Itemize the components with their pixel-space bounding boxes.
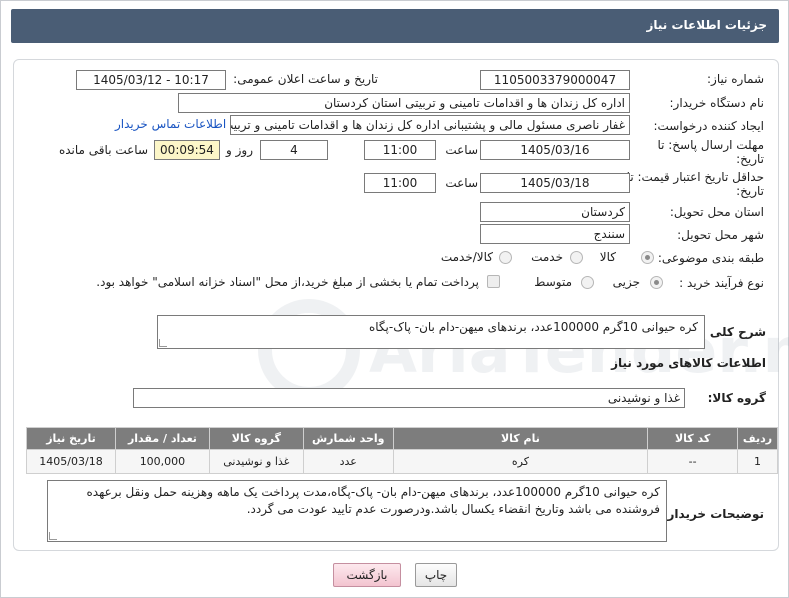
remaining-label: ساعت باقی مانده xyxy=(58,143,148,157)
resize-grip-icon[interactable] xyxy=(159,339,167,347)
days-count-field: 4 xyxy=(260,140,328,160)
process-medium-radio[interactable] xyxy=(581,276,594,289)
col-header-name: نام کالا xyxy=(392,427,649,450)
city-field: سنندج xyxy=(480,224,630,244)
cell-group: غذا و نوشیدنی xyxy=(208,449,304,474)
announce-label: تاریخ و ساعت اعلان عمومی: xyxy=(233,72,378,86)
category-service-label: خدمت xyxy=(531,250,563,264)
province-field: کردستان xyxy=(480,202,630,222)
announce-datetime-field: 1405/03/12 - 10:17 xyxy=(76,70,226,90)
remaining-time-field: 00:09:54 xyxy=(154,140,220,160)
table-row: 1 -- کره عدد غذا و نوشیدنی 100,000 1405/… xyxy=(26,449,778,474)
items-table-header: ردیف کد کالا نام کالا واحد شمارش گروه کا… xyxy=(26,427,778,450)
category-label: طبقه بندی موضوعی: xyxy=(657,251,764,265)
col-header-date: تاریخ نیاز xyxy=(26,427,116,450)
deadline-time-label: ساعت xyxy=(445,143,478,157)
treasury-payment-label: پرداخت تمام یا بخشی از مبلغ خرید،از محل … xyxy=(96,275,479,289)
page-frame: جزئیات اطلاعات نیاز AriaTender.net شماره… xyxy=(0,0,789,598)
category-goods-radio[interactable] xyxy=(641,251,654,264)
cell-code: -- xyxy=(647,449,739,474)
col-header-qty: تعداد / مقدار xyxy=(115,427,210,450)
city-label: شهر محل تحویل: xyxy=(677,228,764,242)
validity-time-field: 11:00 xyxy=(364,173,436,193)
process-minor-radio[interactable] xyxy=(650,276,663,289)
print-button[interactable]: چاپ xyxy=(415,563,457,587)
page-title: جزئیات اطلاعات نیاز xyxy=(646,18,767,32)
deadline-time-field: 11:00 xyxy=(364,140,436,160)
process-label: نوع فرآیند خرید : xyxy=(679,276,764,290)
need-number-label: شماره نیاز: xyxy=(707,72,764,86)
summary-text: کره حیوانی 10گرم 100000عدد، برندهای میهن… xyxy=(368,320,698,334)
cell-name: کره xyxy=(392,449,649,474)
process-medium-label: متوسط xyxy=(534,275,572,289)
buyer-org-label: نام دستگاه خریدار: xyxy=(669,96,765,110)
goods-group-field: غذا و نوشیدنی xyxy=(133,388,685,408)
buyer-contact-link[interactable]: اطلاعات تماس خریدار xyxy=(115,117,226,131)
buyer-notes-text: کره حیوانی 10گرم 100000عدد، برندهای میهن… xyxy=(86,485,661,516)
header-bar: جزئیات اطلاعات نیاز xyxy=(11,9,779,43)
resize-grip-icon[interactable] xyxy=(49,532,57,540)
validity-date-field: 1405/03/18 xyxy=(480,173,630,193)
category-service-radio[interactable] xyxy=(570,251,583,264)
col-header-unit: واحد شمارش xyxy=(302,427,394,450)
col-header-code: کد کالا xyxy=(647,427,739,450)
creator-label: ایجاد کننده درخواست: xyxy=(653,119,764,133)
days-label: روز و xyxy=(226,143,253,157)
deadline-date-field: 1405/03/16 xyxy=(480,140,630,160)
category-goods-service-label: کالا/خدمت xyxy=(440,250,493,264)
treasury-payment-checkbox[interactable] xyxy=(487,275,500,288)
back-button[interactable]: بازگشت xyxy=(333,563,401,587)
details-panel: AriaTender.net شماره نیاز: 1105003379000… xyxy=(13,59,789,551)
validity-label: حداقل تاریخ اعتبار قیمت: تا تاریخ: xyxy=(626,170,764,198)
cell-date: 1405/03/18 xyxy=(26,449,116,474)
cell-unit: عدد xyxy=(302,449,394,474)
col-header-row: ردیف xyxy=(737,427,778,450)
category-goods-service-radio[interactable] xyxy=(499,251,512,264)
deadline-label: مهلت ارسال پاسخ: تا تاریخ: xyxy=(657,138,764,166)
buyer-org-field: اداره کل زندان ها و اقدامات تامینی و ترب… xyxy=(178,93,630,113)
category-goods-label: کالا xyxy=(599,250,616,264)
items-table: ردیف کد کالا نام کالا واحد شمارش گروه کا… xyxy=(26,427,778,474)
summary-textarea: کره حیوانی 10گرم 100000عدد، برندهای میهن… xyxy=(157,315,705,349)
need-number-field: 1105003379000047 xyxy=(480,70,630,90)
cell-qty: 100,000 xyxy=(115,449,210,474)
validity-time-label: ساعت xyxy=(445,176,478,190)
creator-field: غفار ناصری مسئول مالی و پشتیبانی اداره ک… xyxy=(230,115,630,135)
goods-info-title: اطلاعات کالاهای مورد نیاز xyxy=(611,356,766,370)
buyer-notes-label: توضیحات خریدار: xyxy=(662,507,764,521)
cell-row: 1 xyxy=(737,449,778,474)
goods-group-label: گروه کالا: xyxy=(707,391,766,405)
buyer-notes-textarea: کره حیوانی 10گرم 100000عدد، برندهای میهن… xyxy=(47,480,667,542)
province-label: استان محل تحویل: xyxy=(669,205,764,219)
process-minor-label: جزیی xyxy=(612,275,640,289)
col-header-group: گروه کالا xyxy=(208,427,304,450)
